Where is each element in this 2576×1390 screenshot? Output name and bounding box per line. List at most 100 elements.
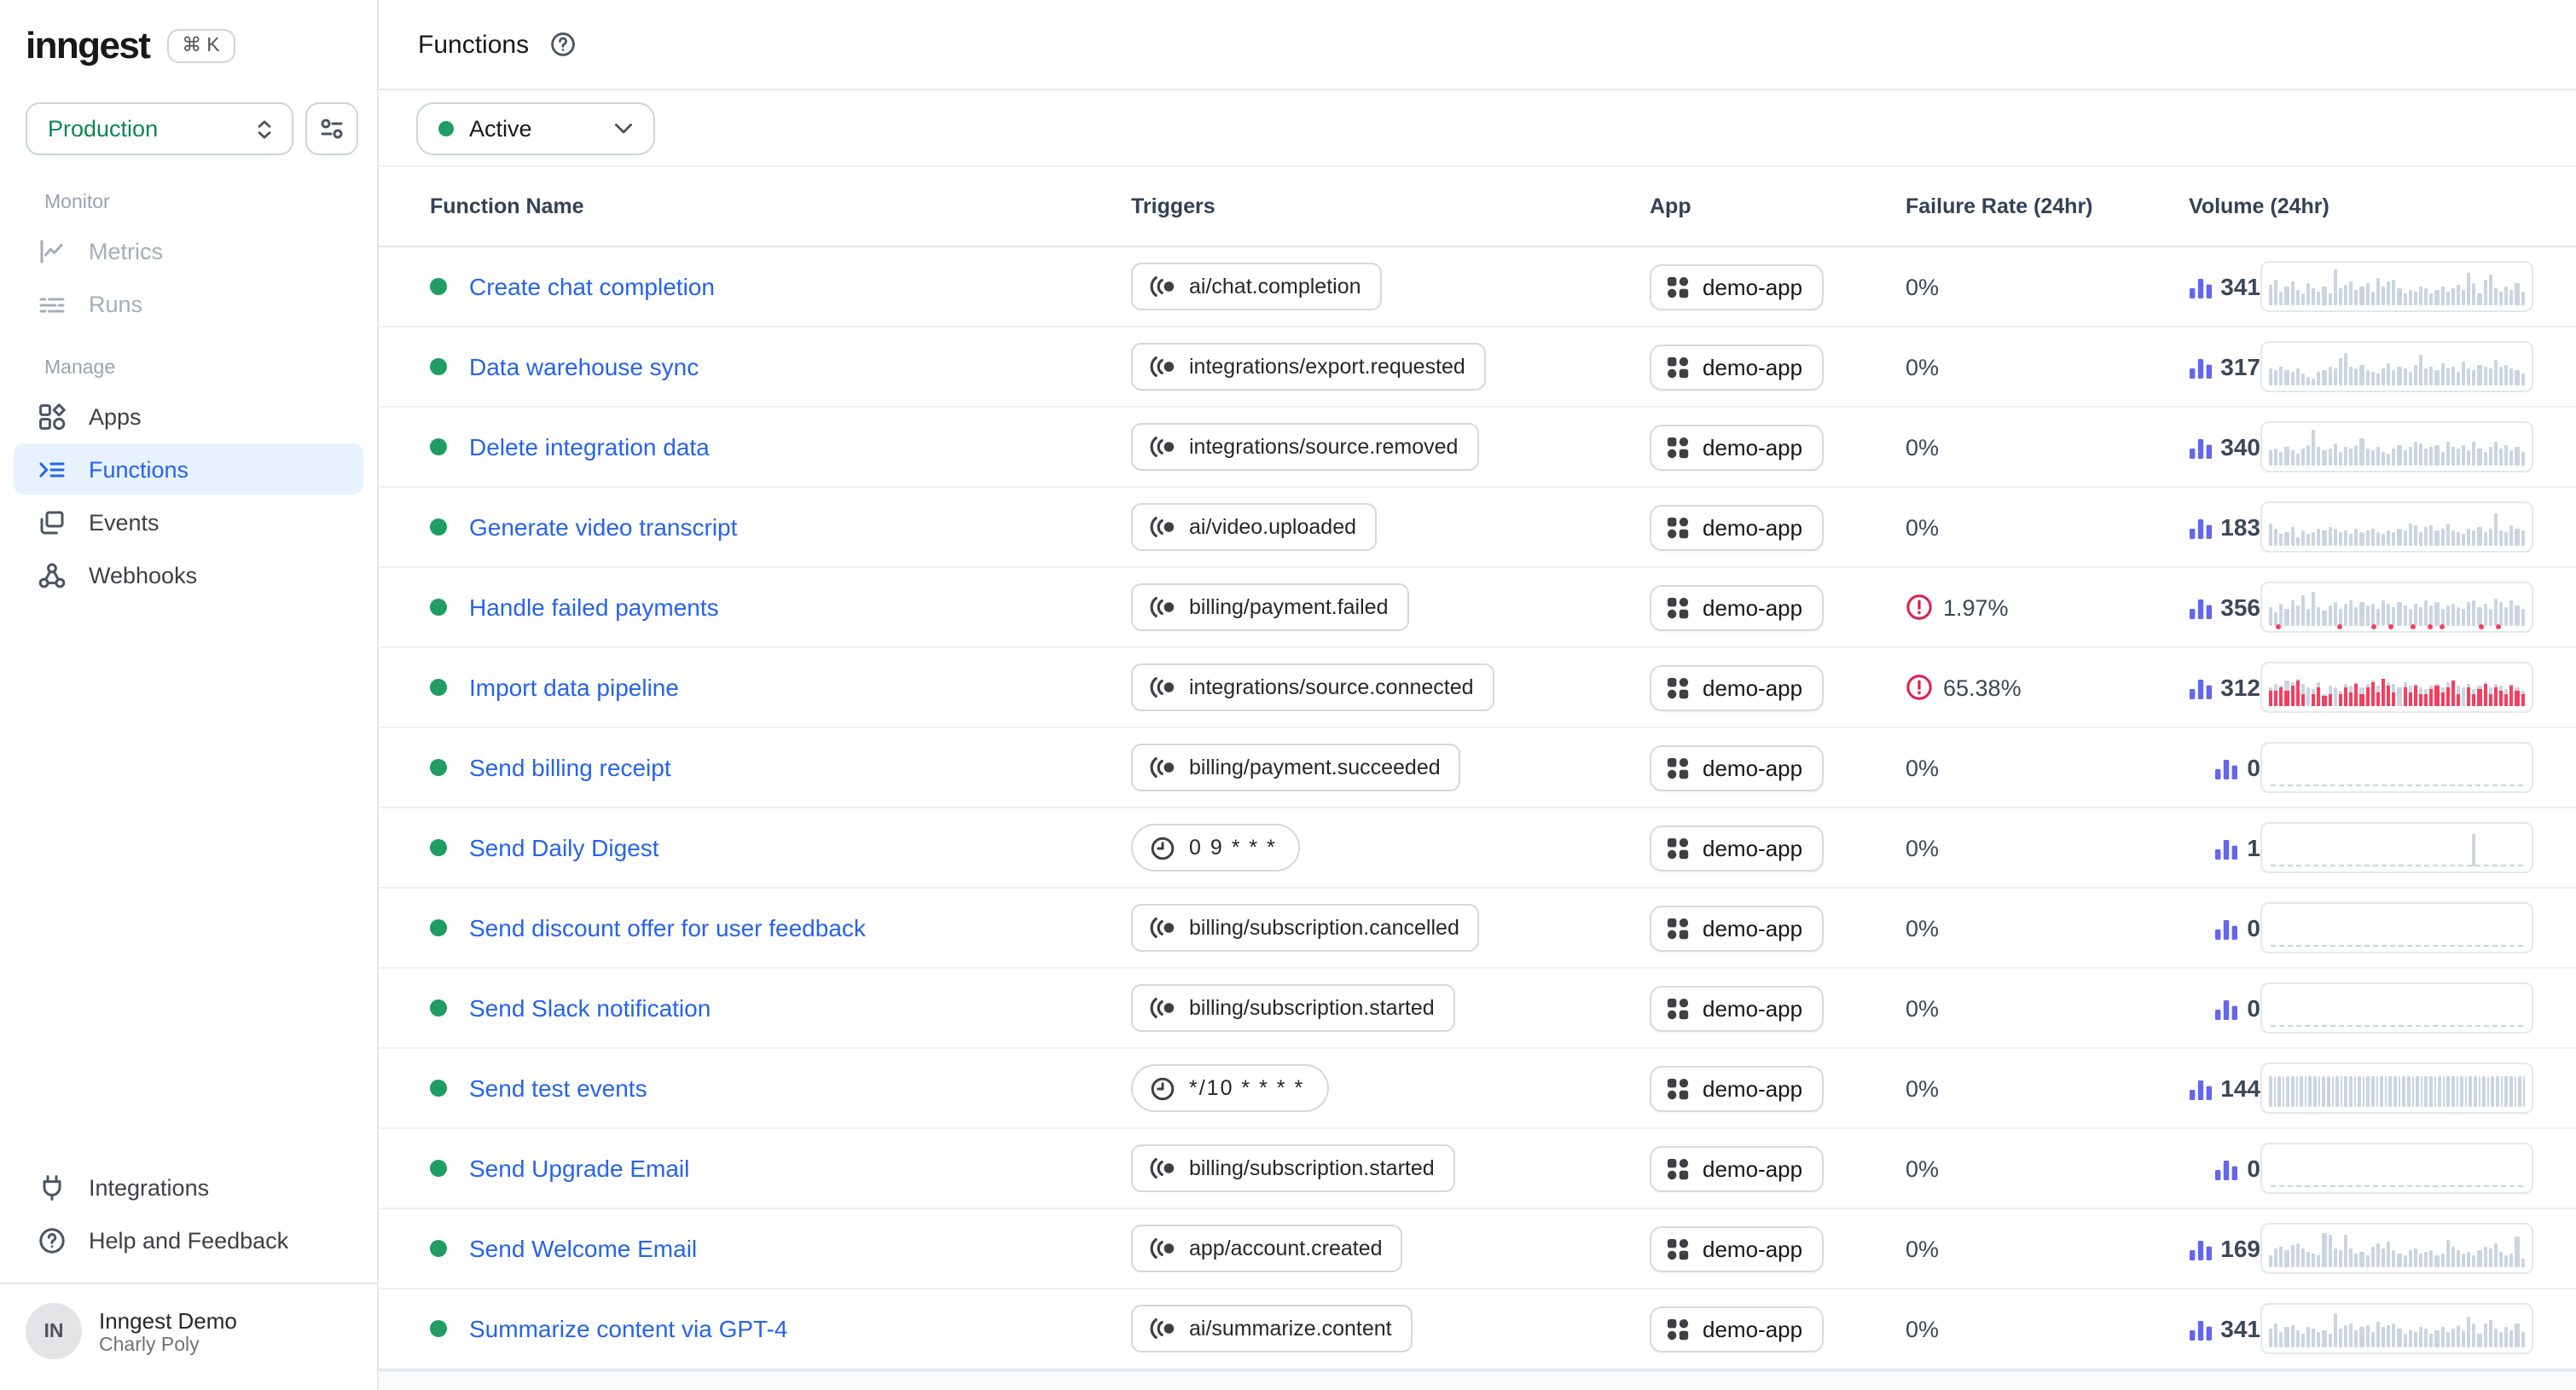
failure-rate-value: 0%	[1906, 1155, 1939, 1181]
function-name-link[interactable]: Generate video transcript	[469, 513, 737, 541]
volume-value: 183	[2220, 513, 2260, 541]
event-trigger-icon	[1148, 515, 1175, 539]
function-name-link[interactable]: Send Upgrade Email	[469, 1155, 689, 1182]
failure-rate-cell: 65.38%	[1906, 674, 2056, 701]
app-grid-icon	[1667, 356, 1689, 378]
volume-sparkline	[2260, 1303, 2533, 1354]
volume-cell: 144	[2056, 1074, 2260, 1102]
sidebar-item-runs[interactable]: Runs	[14, 278, 363, 329]
table-row: Send Welcome Email app/account.created d…	[379, 1209, 2576, 1289]
table-row: Summarize content via GPT-4 ai/summarize…	[379, 1289, 2576, 1370]
volume-bars-icon	[2214, 756, 2238, 779]
page-header: Functions	[379, 0, 2576, 90]
table-row: Send discount offer for user feedback bi…	[379, 889, 2576, 969]
volume-bars-icon	[2214, 1157, 2238, 1179]
function-name-link[interactable]: Send billing receipt	[469, 754, 671, 781]
volume-cell: 0	[2056, 1155, 2260, 1182]
app-badge[interactable]: demo-app	[1650, 985, 1823, 1031]
app-grid-icon	[1667, 1077, 1689, 1099]
volume-value: 317	[2220, 353, 2260, 380]
function-name-link[interactable]: Send Daily Digest	[469, 834, 659, 861]
volume-sparkline	[2260, 902, 2533, 953]
environment-label: Production	[48, 116, 158, 142]
sidebar-item-integrations[interactable]: Integrations	[14, 1161, 363, 1213]
app-grid-icon	[1667, 676, 1689, 698]
sidebar-item-apps[interactable]: Apps	[14, 391, 363, 442]
volume-cell: 0	[2056, 914, 2260, 941]
function-name-link[interactable]: Summarize content via GPT-4	[469, 1315, 788, 1342]
function-active-dot	[430, 1080, 447, 1097]
app-badge[interactable]: demo-app	[1650, 264, 1823, 310]
webhooks-icon	[38, 560, 67, 589]
status-filter-select[interactable]: Active	[416, 101, 655, 154]
app-grid-icon	[1667, 436, 1689, 458]
app-grid-icon	[1667, 837, 1689, 859]
app-badge[interactable]: demo-app	[1650, 344, 1823, 390]
function-name-link[interactable]: Delete integration data	[469, 433, 710, 460]
trigger-value: app/account.created	[1189, 1237, 1383, 1260]
function-name-link[interactable]: Send test events	[469, 1074, 647, 1102]
sidebar-item-label: Functions	[89, 456, 189, 482]
function-name-link[interactable]: Data warehouse sync	[469, 353, 699, 380]
volume-cell: 169	[2056, 1235, 2260, 1262]
failure-rate-value: 1.97%	[1943, 594, 2009, 620]
sidebar-item-webhooks[interactable]: Webhooks	[14, 549, 363, 600]
volume-bars-icon	[2188, 275, 2212, 298]
cron-clock-icon	[1150, 835, 1175, 860]
trigger-badge: billing/subscription.started	[1131, 984, 1455, 1032]
app-name: demo-app	[1703, 354, 1802, 379]
volume-value: 0	[2247, 994, 2260, 1022]
sidebar-item-metrics[interactable]: Metrics	[14, 225, 363, 276]
app-badge[interactable]: demo-app	[1650, 664, 1823, 710]
function-name-link[interactable]: Send discount offer for user feedback	[469, 914, 866, 941]
app-badge[interactable]: demo-app	[1650, 1306, 1823, 1352]
environment-settings-button[interactable]	[305, 102, 358, 155]
failure-rate-value: 65.38%	[1943, 675, 2022, 700]
app-badge[interactable]: demo-app	[1650, 744, 1823, 791]
trigger-value: billing/subscription.cancelled	[1189, 916, 1459, 940]
app-badge[interactable]: demo-app	[1650, 905, 1823, 951]
volume-cell: 183	[2056, 513, 2260, 541]
chevron-up-down-icon	[254, 117, 275, 141]
app-badge[interactable]: demo-app	[1650, 1065, 1823, 1111]
app-grid-icon	[1667, 917, 1689, 939]
table-header: Function Name Triggers App Failure Rate …	[379, 167, 2576, 247]
help-icon[interactable]	[549, 31, 577, 58]
volume-bars-icon	[2214, 837, 2238, 859]
function-active-dot	[430, 1320, 447, 1337]
app-badge[interactable]: demo-app	[1650, 825, 1823, 871]
user-menu[interactable]: IN Inngest Demo Charly Poly	[14, 1284, 363, 1380]
volume-sparkline	[2260, 1223, 2533, 1274]
function-name-link[interactable]: Import data pipeline	[469, 674, 679, 701]
app-badge[interactable]: demo-app	[1650, 1145, 1823, 1191]
volume-sparkline	[2260, 261, 2533, 312]
app-grid-icon	[1667, 1157, 1689, 1179]
app-badge[interactable]: demo-app	[1650, 424, 1823, 470]
volume-cell: 0	[2056, 754, 2260, 781]
app-badge[interactable]: demo-app	[1650, 504, 1823, 550]
trigger-badge: billing/payment.failed	[1131, 583, 1409, 631]
function-name-link[interactable]: Create chat completion	[469, 273, 715, 300]
page-title: Functions	[418, 30, 529, 59]
function-name-link[interactable]: Send Slack notification	[469, 994, 711, 1022]
app-name: demo-app	[1703, 1316, 1802, 1341]
app-badge[interactable]: demo-app	[1650, 1225, 1823, 1271]
alert-icon	[1906, 674, 1933, 701]
command-icon: ⌘	[182, 38, 201, 57]
trigger-badge: billing/payment.succeeded	[1131, 744, 1461, 791]
event-trigger-icon	[1148, 435, 1175, 459]
status-filter-value: Active	[469, 115, 599, 141]
event-trigger-icon	[1148, 355, 1175, 379]
nav-section-manage: Manage	[14, 358, 363, 389]
sidebar-item-functions[interactable]: Functions	[14, 443, 363, 495]
app-badge[interactable]: demo-app	[1650, 584, 1823, 630]
function-name-link[interactable]: Handle failed payments	[469, 594, 719, 621]
command-k-shortcut[interactable]: ⌘K	[166, 29, 235, 64]
function-name-link[interactable]: Send Welcome Email	[469, 1235, 697, 1262]
sidebar-footer: Integrations Help and Feedback IN Innges…	[0, 1160, 377, 1390]
environment-selector[interactable]: Production	[26, 102, 293, 155]
volume-sparkline	[2260, 1143, 2533, 1194]
failure-rate-value: 0%	[1906, 354, 1939, 379]
sidebar-item-events[interactable]: Events	[14, 496, 363, 547]
sidebar-item-help[interactable]: Help and Feedback	[14, 1214, 363, 1265]
